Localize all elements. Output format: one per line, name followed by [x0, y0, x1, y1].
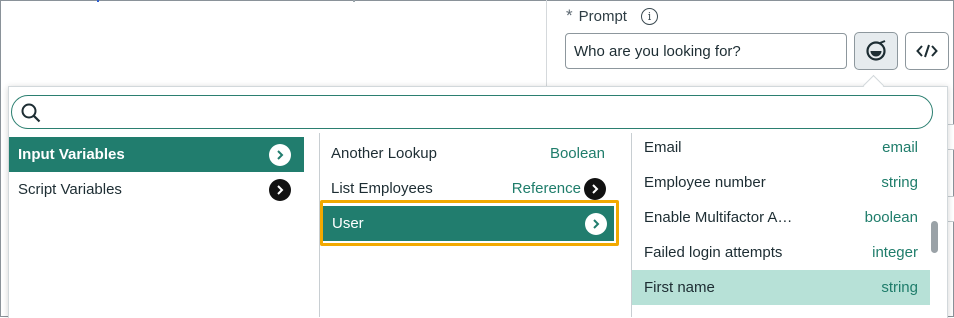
list-item-label: First name [644, 279, 715, 296]
chevron-right-icon[interactable] [269, 144, 291, 166]
type-label: Boolean [549, 145, 605, 162]
background-text-fragment [353, 0, 355, 2]
search-input[interactable] [46, 100, 920, 124]
required-marker: * [566, 6, 573, 25]
type-label: string [881, 279, 918, 296]
type-label: integer [872, 244, 918, 261]
panel-divider [546, 0, 547, 86]
list-item-label: Failed login attempts [644, 244, 783, 261]
chevron-right-icon[interactable] [584, 178, 606, 200]
list-item-label: List Employees [331, 180, 433, 197]
list-item-enable-multifactor[interactable]: Enable Multifactor A… boolean [632, 200, 930, 235]
type-label: boolean [864, 209, 918, 226]
list-item-another-lookup[interactable]: Another Lookup Boolean [320, 136, 617, 171]
script-button[interactable] [905, 32, 949, 70]
prompt-input[interactable] [565, 33, 847, 69]
type-label: Reference [511, 180, 581, 197]
data-pill-picker-button[interactable] [854, 32, 898, 70]
list-item-label: Email [644, 139, 682, 156]
list-item-label: Employee number [644, 174, 766, 191]
data-pill-picker-icon [866, 40, 886, 61]
search-icon [21, 103, 41, 123]
type-label: email [882, 139, 918, 156]
list-item-script-variables[interactable]: Script Variables [9, 172, 304, 207]
type-label: string [881, 174, 918, 191]
variable-category-column: Input Variables Script Variables [9, 133, 318, 317]
info-icon[interactable]: i [640, 7, 658, 25]
search-box[interactable] [11, 95, 933, 129]
prompt-label: Prompt [578, 7, 627, 25]
prompt-label-row: * Prompt i [566, 6, 658, 26]
list-item-first-name[interactable]: First name string [632, 270, 930, 305]
code-icon [916, 44, 938, 58]
user-fields-column: Email email Employee number string Enabl… [631, 133, 932, 317]
background-link-fragment [97, 0, 99, 2]
scrollbar-thumb[interactable] [931, 221, 938, 253]
list-item-input-variables[interactable]: Input Variables [9, 137, 304, 172]
list-item-label: Enable Multifactor A… [644, 209, 793, 226]
chevron-right-icon[interactable] [269, 179, 291, 201]
list-item-failed-login-attempts[interactable]: Failed login attempts integer [632, 235, 930, 270]
list-item-employee-number[interactable]: Employee number string [632, 165, 930, 200]
list-item-label: Another Lookup [331, 145, 437, 162]
list-item-label: Input Variables [18, 146, 125, 163]
column-gutter [617, 133, 631, 317]
list-item-email[interactable]: Email email [632, 133, 930, 165]
list-item-label: Script Variables [18, 181, 122, 198]
focus-ring [320, 200, 619, 246]
